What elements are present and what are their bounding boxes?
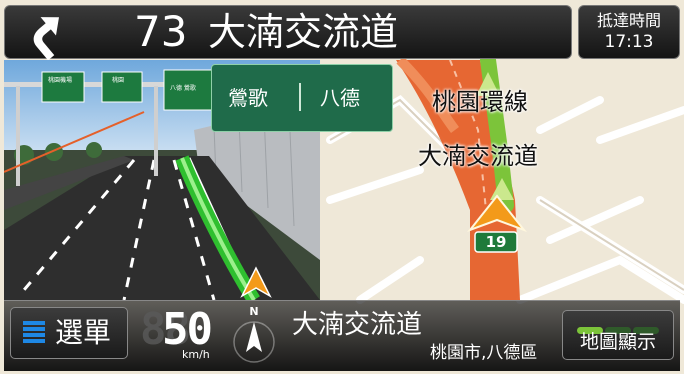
svg-text:八德 鶯歌: 八德 鶯歌	[170, 84, 196, 92]
svg-text:桃園: 桃園	[112, 76, 124, 84]
menu-icon	[23, 321, 45, 345]
navigation-screen: 73 大湳交流道 抵達時間 17:13 桃園機場 桃園 八德 鶯歌 鶯歌 八德 …	[0, 0, 684, 374]
map-view-label: 地圖顯示	[579, 331, 656, 353]
gps-signal-indicator	[577, 319, 661, 334]
arrival-time-value: 17:13	[604, 32, 654, 52]
compass-north-label: N	[249, 305, 258, 318]
arrival-time-label: 抵達時間	[596, 11, 661, 30]
turn-left-arrow-icon	[33, 17, 59, 60]
map-label-ring-road: 桃園環線	[432, 88, 528, 116]
current-area-name: 桃園市,八德區	[430, 343, 538, 363]
menu-label: 選單	[55, 316, 112, 349]
current-road-name: 大湳交流道	[292, 310, 423, 340]
lane-direction-sign: 鶯歌 八德	[211, 64, 393, 132]
svg-text:桃園機場: 桃園機場	[48, 76, 72, 84]
map-label-interchange: 大湳交流道	[418, 142, 538, 170]
menu-button[interactable]: 選單	[10, 307, 128, 359]
route-shield-number: 19	[485, 233, 507, 251]
speed-unit: km/h	[182, 348, 210, 361]
map-view-button[interactable]: 地圖顯示	[562, 310, 674, 360]
next-road-name: 大湳交流道	[208, 10, 399, 54]
current-speed: 50	[162, 304, 213, 355]
turn-distance: 73	[134, 7, 188, 56]
route-shield: 19	[474, 231, 518, 253]
arrival-time-box[interactable]: 抵達時間 17:13	[578, 5, 680, 59]
direction-right-label: 八德	[320, 86, 360, 110]
north-compass-icon[interactable]: N	[230, 302, 278, 366]
direction-left-label: 鶯歌	[228, 86, 268, 110]
direction-divider	[299, 83, 301, 111]
